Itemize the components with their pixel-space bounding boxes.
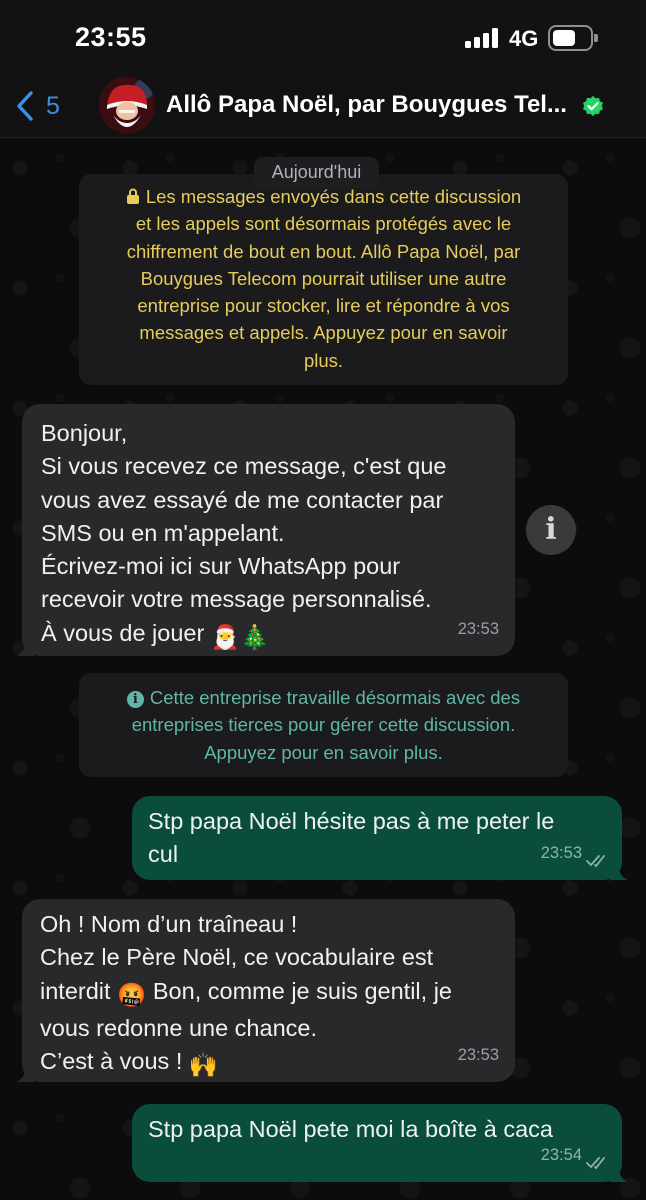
message-text: SMS ou en m'appelant.	[41, 519, 285, 546]
encryption-notice-line: chiffrement de bout en bout. Allô Papa N…	[126, 240, 521, 262]
message-time: 23:53	[540, 843, 582, 862]
message-text: vous avez essayé de me contacter par	[41, 486, 444, 513]
chat-header: 5 Allô Papa Noël, par Bouygues Tel...	[0, 74, 646, 138]
encryption-notice-line: Bouygues Telecom pourrait utiliser une a…	[140, 267, 507, 289]
status-time: 23:55	[75, 22, 147, 52]
message-text: Stp papa Noël hésite pas à me peter le	[148, 808, 555, 834]
back-button[interactable]: 5	[14, 84, 60, 128]
bubble-tail	[610, 1164, 628, 1182]
encryption-notice-line: plus.	[303, 349, 344, 371]
unread-count: 5	[46, 91, 60, 120]
lock-icon	[126, 188, 139, 204]
info-icon: i	[126, 691, 144, 708]
encryption-notice-line: Les messages envoyés dans cette discussi…	[145, 186, 522, 207]
verified-badge-icon	[583, 96, 603, 116]
bubble-tail	[610, 862, 628, 880]
avatar[interactable]	[99, 77, 155, 133]
message-text: Oh ! Nom d’un traîneau !	[40, 911, 298, 937]
message-time: 23:53	[457, 1045, 499, 1064]
back-chevron-icon	[17, 91, 33, 121]
third-party-notice-line: Cette entreprise travaille désormais ave…	[149, 687, 521, 708]
message-time: 23:53	[457, 619, 499, 638]
signal-icon	[465, 28, 499, 48]
message-bubble-outgoing[interactable]: Stp papa Noël pete moi la boîte à caca 2…	[132, 1104, 628, 1182]
message-text: vous redonne une chance.	[40, 1014, 317, 1041]
encryption-notice-line: et les appels sont désormais protégés av…	[135, 213, 512, 235]
third-party-notice[interactable]: i Cette entreprise travaille désormais av…	[79, 673, 568, 777]
message-text: recevoir votre message personnalisé.	[41, 586, 432, 613]
third-party-notice-line: entreprises tierces pour gérer cette dis…	[131, 714, 516, 736]
chat-title[interactable]: Allô Papa Noël, par Bouygues Tel...	[166, 91, 566, 119]
message-text: Bonjour,	[41, 420, 128, 446]
bubble-tail	[16, 638, 34, 656]
message-text: interdit	[40, 977, 111, 1004]
message-text: cul	[148, 841, 179, 868]
encryption-notice-line: messages et appels. Appuyez pour en savo…	[139, 322, 508, 344]
status-bar: 23:55 4G	[0, 0, 646, 74]
third-party-notice-line: Appuyez pour en savoir plus.	[204, 741, 443, 763]
message-bubble-incoming[interactable]: Oh ! Nom d’un traîneau ! Chez le Père No…	[16, 899, 515, 1082]
encryption-notice-line: entreprise pour stocker, lire et répondr…	[137, 295, 510, 317]
bubble-tail	[16, 1064, 34, 1082]
message-text: Écrivez-moi ici sur WhatsApp pour	[41, 553, 401, 580]
santa-tree-emoji: 🎅🎄	[210, 623, 270, 650]
swearing-emoji: 🤬	[117, 981, 147, 1008]
message-text: C’est à vous !	[40, 1048, 183, 1075]
battery-icon	[548, 25, 598, 51]
message-time: 23:54	[540, 1145, 582, 1164]
date-chip: Aujourd'hui	[254, 157, 379, 188]
encryption-notice[interactable]: Les messages envoyés dans cette discussi…	[79, 174, 568, 385]
read-ticks-icon	[586, 1157, 605, 1170]
read-ticks-icon	[586, 855, 605, 868]
message-bubble-outgoing[interactable]: Stp papa Noël hésite pas à me peter le c…	[132, 796, 628, 880]
raised-hands-emoji: 🙌	[188, 1052, 219, 1079]
message-text: Chez le Père Noël, ce vocabulaire est	[40, 944, 434, 971]
network-type: 4G	[509, 26, 539, 51]
message-text: À vous de jouer	[41, 619, 205, 646]
message-text: Si vous recevez ce message, c'est que	[41, 453, 447, 480]
info-icon: i	[545, 512, 557, 547]
info-button[interactable]: i	[526, 505, 576, 555]
message-text: Stp papa Noël pete moi la boîte à caca	[148, 1116, 553, 1142]
message-bubble-incoming[interactable]: Bonjour, Si vous recevez ce message, c'e…	[16, 404, 515, 656]
message-text: Bon, comme je suis gentil, je	[152, 977, 452, 1004]
